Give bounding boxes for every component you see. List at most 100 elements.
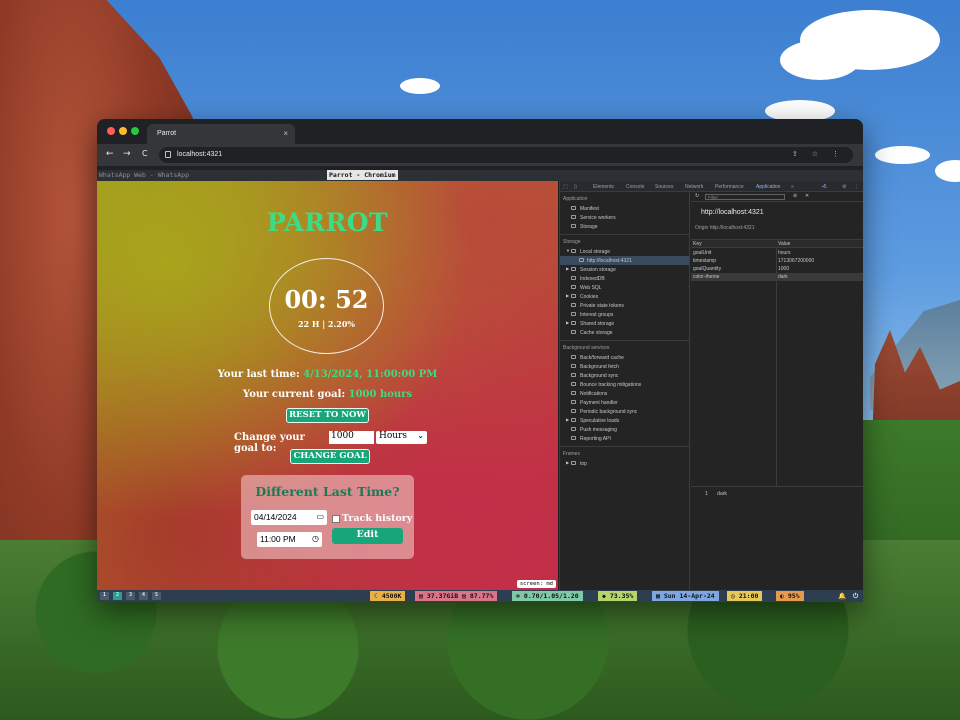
sidebar-item-label: Session storage	[580, 266, 616, 273]
app-title: PARROT	[266, 208, 389, 237]
workspace-button[interactable]: 1	[100, 592, 109, 600]
devtools-tab-performance[interactable]: Performance	[715, 184, 744, 190]
sidebar-item-shared-storage[interactable]: ▶ Shared storage	[560, 319, 689, 328]
filter-input[interactable]: Filter	[705, 194, 785, 200]
clock-icon[interactable]: ◷	[312, 534, 319, 543]
workspace-button[interactable]: 5	[152, 592, 161, 600]
sidebar-item-label: Bounce tracking mitigations	[580, 381, 642, 388]
table-row-selected[interactable]: color-theme dark	[691, 273, 863, 281]
gear-icon	[571, 215, 576, 219]
table-header: Key Value	[691, 240, 863, 248]
bell-icon	[571, 391, 576, 395]
sidebar-item-reporting-api[interactable]: Reporting API	[560, 434, 689, 443]
issues-icon[interactable]: ▪5	[822, 184, 827, 190]
sidebar-item-periodic-sync[interactable]: Periodic background sync	[560, 407, 689, 416]
row-key: color-theme	[693, 274, 720, 280]
device-toolbar-icon[interactable]: ▯	[574, 184, 577, 190]
delete-selected-icon[interactable]: ✕	[805, 193, 809, 199]
sidebar-item-interest-groups[interactable]: Interest groups	[560, 310, 689, 319]
file-icon	[571, 206, 576, 210]
workspace-button[interactable]: 4	[139, 592, 148, 600]
browser-window: Parrot × ← → C localhost:4321 ⇪ ☆ ⋮ What…	[97, 119, 863, 602]
wm-window-title[interactable]: WhatsApp Web - WhatsApp	[99, 171, 189, 179]
sidebar-item-indexeddb[interactable]: IndexedDB	[560, 274, 689, 283]
power-icon[interactable]: ⏻	[849, 591, 862, 601]
clear-all-icon[interactable]: ⊘	[793, 193, 797, 199]
sidebar-item-background-fetch[interactable]: Background fetch	[560, 362, 689, 371]
wm-focused-window-title[interactable]: Parrot - Chromium	[327, 170, 398, 180]
sidebar-item-bounce-tracking[interactable]: Bounce tracking mitigations	[560, 380, 689, 389]
close-window-button[interactable]	[107, 127, 115, 135]
goal-unit-select[interactable]: Hours ⌄	[376, 431, 427, 444]
sidebar-item-bfcache[interactable]: Back/forward cache	[560, 353, 689, 362]
cloud-icon	[571, 427, 576, 431]
devtools-tab-network[interactable]: Network	[685, 184, 703, 190]
sidebar-item-cookies[interactable]: ▶ Cookies	[560, 292, 689, 301]
back-button[interactable]: ←	[106, 149, 114, 159]
table-row[interactable]: timestamp 1713067200000	[691, 257, 863, 265]
sidebar-item-service-workers[interactable]: Service workers	[560, 213, 689, 222]
change-goal-button[interactable]: CHANGE GOAL	[290, 449, 370, 464]
calendar-icon[interactable]: ▭	[316, 512, 324, 521]
minimize-window-button[interactable]	[119, 127, 127, 135]
devtools-tab-application[interactable]: Application	[756, 184, 780, 190]
table-row[interactable]: goalUnit hours	[691, 249, 863, 257]
inspect-icon[interactable]: ⬚	[563, 184, 568, 190]
sidebar-item-cache-storage[interactable]: Cache storage	[560, 328, 689, 337]
reset-to-now-button[interactable]: RESET TO NOW	[286, 408, 369, 423]
timer-circle: 00: 52 22 H | 2.20%	[269, 258, 384, 354]
settings-gear-icon[interactable]: ⚙	[842, 184, 846, 190]
parrot-app-page: PARROT 00: 52 22 H | 2.20% Your last tim…	[97, 181, 558, 590]
table-row[interactable]: goalQuantity 1000	[691, 265, 863, 273]
sidebar-item-localhost-origin[interactable]: http://localhost:4321	[560, 256, 689, 265]
sidebar-item-background-sync[interactable]: Background sync	[560, 371, 689, 380]
storage-table: Key Value goalUnit hours timestamp 17130…	[691, 239, 863, 487]
sidebar-item-frame-top[interactable]: ▶ top	[560, 459, 689, 468]
sidebar-item-notifications[interactable]: Notifications	[560, 389, 689, 398]
arrows-icon	[571, 364, 576, 368]
reload-button[interactable]: C	[142, 149, 148, 158]
devtools-tab-sources[interactable]: Sources	[655, 184, 673, 190]
column-header-key[interactable]: Key	[693, 241, 702, 247]
status-color-temperature: ☾ 4500K	[370, 591, 406, 601]
devtools-tab-elements[interactable]: Elements	[593, 184, 614, 190]
time-input[interactable]: 11:00 PM ◷	[257, 532, 322, 547]
browser-tab[interactable]: Parrot ×	[147, 124, 295, 144]
workspace-button[interactable]: 3	[126, 592, 135, 600]
sidebar-item-label: Shared storage	[580, 320, 615, 327]
sidebar-item-local-storage[interactable]: ▼ Local storage	[560, 247, 689, 256]
tab-close-icon[interactable]: ×	[283, 129, 288, 138]
edit-button[interactable]: Edit	[332, 528, 403, 544]
bell-icon[interactable]: 🔔	[834, 591, 850, 601]
sidebar-item-web-sql[interactable]: Web SQL	[560, 283, 689, 292]
omnibox-actions[interactable]: ⇪ ☆ ⋮	[792, 150, 845, 158]
workspace-button-active[interactable]: 2	[113, 592, 122, 600]
column-header-value[interactable]: Value	[778, 241, 790, 247]
chevron-right-icon[interactable]: ▶	[566, 417, 569, 422]
chevron-right-icon[interactable]: ▶	[566, 266, 569, 271]
cloud	[935, 160, 960, 182]
address-bar[interactable]: localhost:4321 ⇪ ☆ ⋮	[159, 147, 853, 163]
last-time-label: Your last time:	[217, 369, 300, 380]
devtools-tab-console[interactable]: Console	[626, 184, 644, 190]
chevron-right-icon[interactable]: ▶	[566, 320, 569, 325]
sidebar-item-payment-handler[interactable]: Payment handler	[560, 398, 689, 407]
chevron-right-icon[interactable]: ▶	[566, 293, 569, 298]
sidebar-item-speculative-loads[interactable]: ▶ Speculative loads	[560, 416, 689, 425]
devtools-menu-icon[interactable]: ⋮	[854, 184, 859, 190]
track-history-checkbox[interactable]	[332, 515, 340, 523]
devtools-more-tabs[interactable]: »	[791, 184, 794, 190]
goal-quantity-input[interactable]: 1000	[329, 431, 374, 444]
sidebar-item-storage[interactable]: Storage	[560, 222, 689, 231]
forward-button[interactable]: →	[123, 149, 131, 159]
sidebar-item-private-state-tokens[interactable]: Private state tokens	[560, 301, 689, 310]
sidebar-item-push-messaging[interactable]: Push messaging	[560, 425, 689, 434]
refresh-icon[interactable]: ↻	[695, 193, 699, 199]
date-input[interactable]: 04/14/2024 ▭	[251, 510, 327, 525]
chevron-down-icon[interactable]: ▼	[566, 248, 570, 253]
wm-title-bar: WhatsApp Web - WhatsApp Parrot - Chromiu…	[97, 170, 863, 181]
sidebar-item-session-storage[interactable]: ▶ Session storage	[560, 265, 689, 274]
sidebar-item-manifest[interactable]: Manifest	[560, 204, 689, 213]
chevron-right-icon[interactable]: ▶	[566, 460, 569, 465]
maximize-window-button[interactable]	[131, 127, 139, 135]
